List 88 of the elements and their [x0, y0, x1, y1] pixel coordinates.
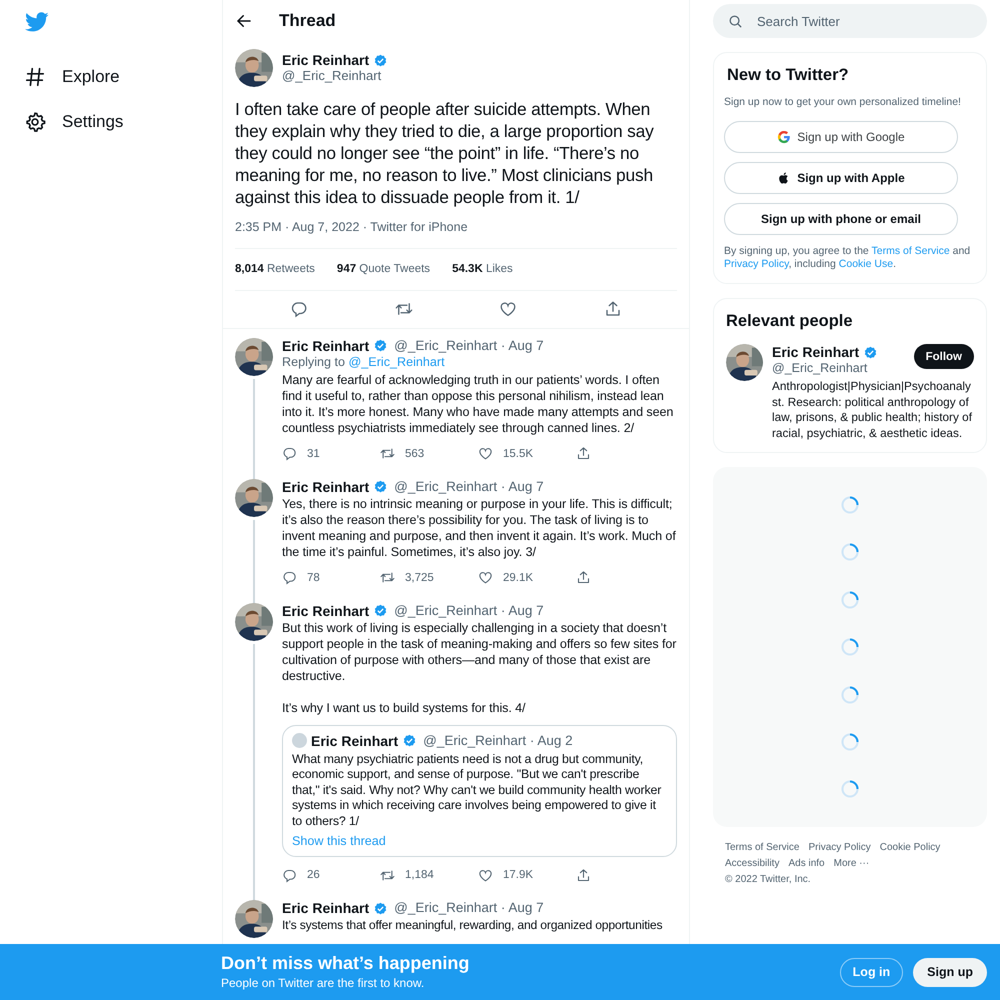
copyright-text: © 2022 Twitter, Inc.: [725, 873, 812, 888]
hashtag-icon: [24, 66, 46, 88]
tweet-text: It’s systems that offer meaningful, rewarding, and organized opportunities: [282, 917, 664, 934]
replying-to: Replying to @_Eric_Reinhart: [282, 354, 446, 371]
action-count: 3,725: [405, 570, 434, 586]
twitter-logo-icon[interactable]: [25, 10, 49, 34]
retweet-icon[interactable]: [380, 868, 395, 883]
action-count: 563: [405, 446, 424, 462]
loading-spinner-icon: [840, 542, 860, 562]
nav-item[interactable]: Explore: [24, 54, 222, 99]
author-handle[interactable]: @_Eric_Reinhart: [282, 68, 388, 84]
footer-link[interactable]: Ads info: [788, 856, 825, 872]
google-icon: [777, 130, 792, 144]
footer-link[interactable]: Cookie Policy: [880, 840, 940, 856]
footer-link[interactable]: Terms of Service: [725, 840, 800, 856]
stat-link[interactable]: 947 Quote Tweets: [336, 260, 430, 278]
reply-icon[interactable]: [282, 868, 297, 883]
signup-button[interactable]: Sign up with Apple: [724, 162, 958, 194]
action-count: 1,184: [405, 868, 434, 884]
reply-icon[interactable]: [282, 446, 297, 462]
author-handle[interactable]: @_Eric_Reinhart · Aug 7: [394, 338, 544, 354]
footer-link[interactable]: More ···: [834, 856, 870, 872]
avatar-placeholder: [292, 733, 307, 748]
loading-spinner-icon: [840, 590, 860, 610]
loading-spinner-icon: [840, 637, 860, 658]
tweet-text: It’s why I want us to build systems for this. 4/: [282, 700, 526, 716]
tweet-timestamp: 2:35 PM · Aug 7, 2022 · Twitter for iPhone: [235, 218, 677, 249]
author-name[interactable]: Eric Reinhart: [772, 344, 860, 360]
card-title: New to Twitter?: [726, 65, 850, 86]
share-icon[interactable]: [576, 446, 591, 462]
author-name[interactable]: Eric Reinhart: [282, 602, 370, 619]
signup-button[interactable]: Sign up: [913, 958, 987, 986]
action-count: 15.5K: [503, 446, 534, 462]
loading-spinner-icon: [840, 732, 860, 752]
signup-button[interactable]: Sign up with phone or email: [724, 202, 958, 234]
author-name[interactable]: Eric Reinhart: [282, 338, 370, 354]
author-handle[interactable]: @_Eric_Reinhart · Aug 7: [394, 478, 544, 495]
settings-icon: [24, 110, 46, 132]
back-icon[interactable]: [235, 12, 253, 30]
like-icon[interactable]: [478, 570, 493, 586]
banner-title: Don’t miss what’s happening: [221, 952, 470, 974]
search-field[interactable]: Search Twitter: [713, 4, 987, 38]
author-handle[interactable]: @_Eric_Reinhart · Aug 7: [394, 900, 544, 916]
search-icon: [728, 14, 743, 29]
profile-bio: Anthropologist|Physician|Psychoanalyst. Research: political anthropology of law, prisons, & public health; history of racial, psychiatric, & aesthetic ideas.: [772, 379, 973, 442]
loading-spinner-icon: [840, 684, 860, 705]
card-title: Relevant people: [726, 310, 854, 332]
loading-spinner-icon: [840, 779, 860, 800]
tweet-text: But this work of living is especially challenging in a society that doesn’t support people in the task of meaning-making and offers so few sites for cultivation of purpose with others—and many of those that exist are destructive.: [282, 620, 677, 684]
share-icon[interactable]: [576, 868, 591, 883]
action-count: 29.1K: [503, 570, 534, 586]
legal-text: By signing up, you agree to the Terms of Service and Privacy Policy, including Cookie Use.: [724, 244, 972, 270]
retweet-icon[interactable]: [380, 446, 395, 462]
quoted-tweet[interactable]: [282, 724, 677, 858]
page-title: Thread: [279, 10, 336, 32]
like-icon[interactable]: [478, 446, 493, 462]
tweet-text: Yes, there is no intrinsic meaning or purpose in your life. This is difficult; it’s also the reason there’s possibility for you. The task of living is to invent meaning and purpose, and then invent it again. It’s work. Much of the time it’s painful. Sometimes, it’s also joy. 3/: [282, 496, 677, 560]
author-name[interactable]: Eric Reinhart: [282, 478, 370, 495]
action-count: 31: [307, 446, 320, 462]
tweet-text: Many are fearful of acknowledging truth in our patients’ words. I often find it useful to, rather than oppose this personal nihilism, instead lean into it. It’s more honest. Many who have made many attempts and seen countless psychiatrists immediately see through canned lines. 2/: [282, 372, 674, 436]
quoted-text: What many psychiatric patients need is not a drug but community, economic support, and sense of purpose. "But we can't prescribe that," it's said. Why not? Why can't we build community health worker systems in which receiving care involves being empowered to give it to others? 1/: [292, 752, 662, 830]
stat-link[interactable]: 54.3K Likes: [452, 260, 513, 278]
signup-button[interactable]: Sign up with Google: [724, 120, 958, 152]
author-handle[interactable]: @_Eric_Reinhart: [772, 360, 878, 376]
tweet-text: I often take care of people after suicide attempts. When they explain why they tried to die, a large proportion say they could no longer see “the point” in life. “There’s no meaning for me, no reason to live.” Most clinicians push against this idea to dissuade people from it. 1/: [235, 98, 655, 208]
nav-item[interactable]: Settings: [24, 99, 222, 144]
like-icon[interactable]: [499, 300, 518, 318]
author-handle[interactable]: @_Eric_Reinhart · Aug 2: [423, 732, 573, 749]
banner-subtitle: People on Twitter are the first to know.: [221, 975, 426, 992]
loading-spinner-icon: [840, 494, 860, 515]
share-icon[interactable]: [576, 570, 591, 586]
footer-link[interactable]: Privacy Policy: [808, 840, 871, 856]
card-subtitle: Sign up now to get your own personalized timeline!: [724, 94, 962, 110]
author-name[interactable]: Eric Reinhart: [311, 732, 398, 749]
share-icon[interactable]: [604, 300, 622, 318]
author-handle[interactable]: @_Eric_Reinhart · Aug 7: [394, 602, 544, 619]
action-count: 26: [307, 868, 320, 884]
like-icon[interactable]: [478, 868, 493, 883]
action-count: 78: [307, 570, 320, 586]
retweet-icon[interactable]: [380, 570, 395, 586]
reply-icon[interactable]: [282, 570, 297, 586]
footer-link[interactable]: Accessibility: [725, 856, 780, 872]
author-name[interactable]: Eric Reinhart: [282, 52, 370, 68]
reply-icon[interactable]: [290, 300, 308, 318]
author-name[interactable]: Eric Reinhart: [282, 900, 370, 916]
follow-button[interactable]: Follow: [914, 344, 974, 370]
stat-link[interactable]: 8,014 Retweets: [235, 260, 315, 278]
action-count: 17.9K: [503, 868, 534, 884]
